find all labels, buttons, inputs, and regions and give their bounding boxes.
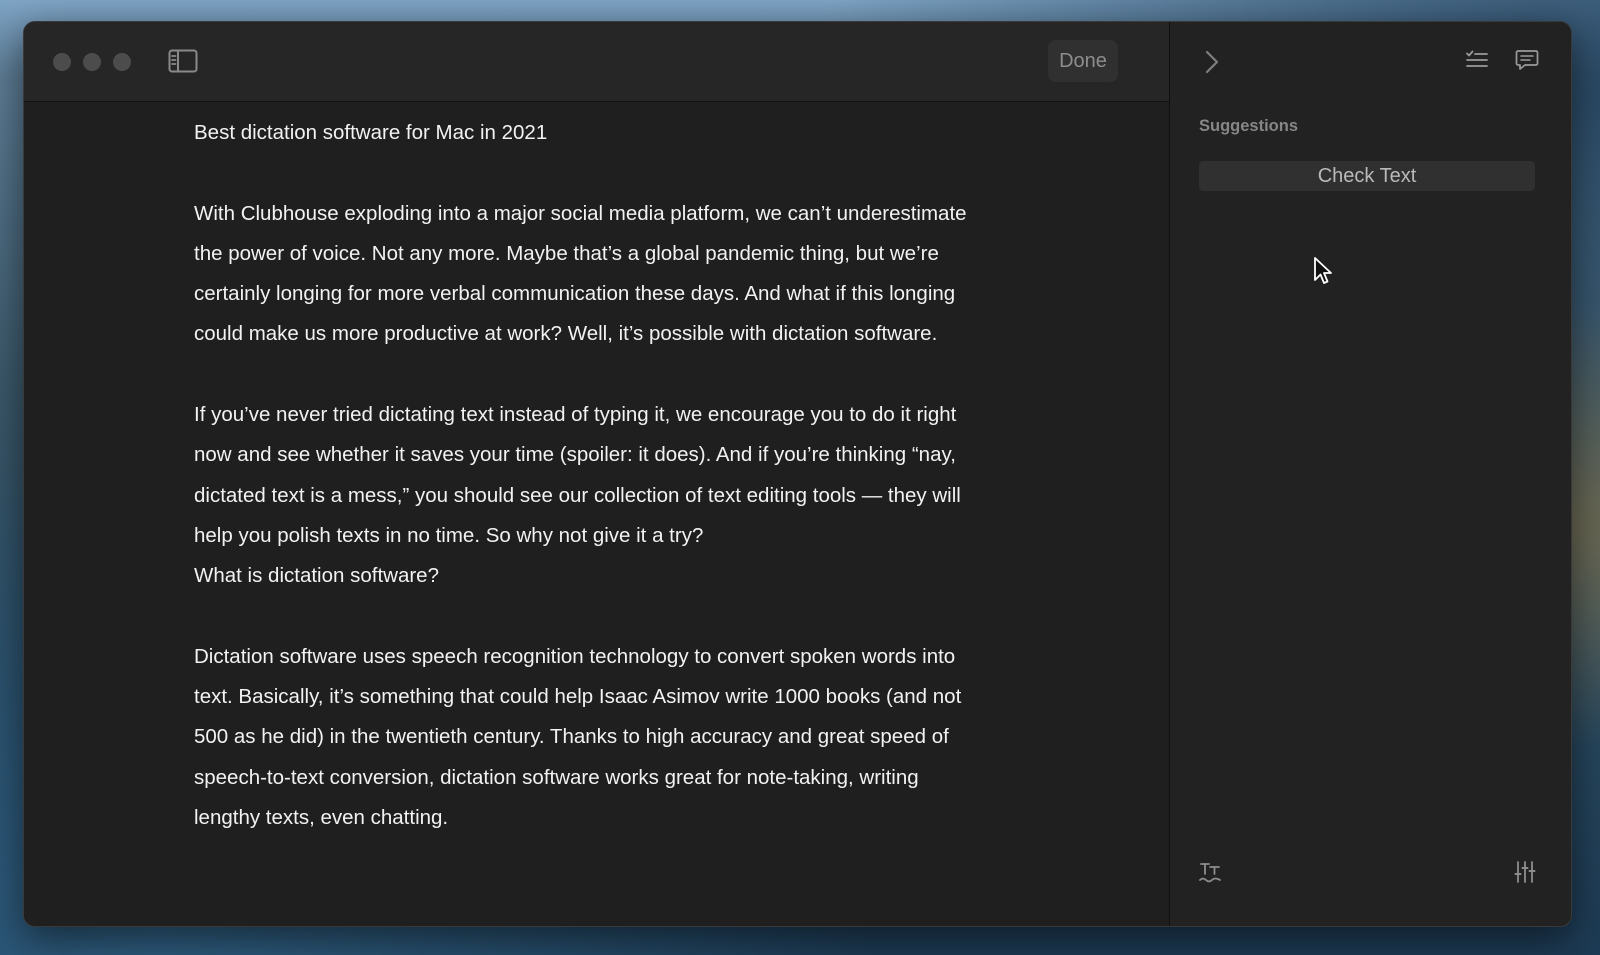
window-close-button[interactable] bbox=[53, 53, 71, 71]
cursor-icon bbox=[1314, 257, 1332, 284]
document-paragraph[interactable]: With Clubhouse exploding into a major so… bbox=[194, 194, 984, 355]
suggestions-heading: Suggestions bbox=[1199, 117, 1299, 135]
document-section-heading[interactable]: What is dictation software? bbox=[194, 556, 984, 596]
document-title[interactable]: Best dictation software for Mac in 2021 bbox=[194, 113, 984, 153]
editor-pane: Done Best dictation software for Mac in … bbox=[24, 22, 1169, 926]
window-zoom-button[interactable] bbox=[113, 53, 131, 71]
translate-icon[interactable] bbox=[1198, 860, 1222, 884]
checklist-icon[interactable] bbox=[1465, 49, 1489, 71]
window-minimize-button[interactable] bbox=[83, 53, 101, 71]
comment-icon[interactable] bbox=[1515, 49, 1539, 71]
document-paragraph[interactable]: If you’ve never tried dictating text ins… bbox=[194, 395, 984, 556]
document-body[interactable]: Best dictation software for Mac in 2021 … bbox=[194, 113, 984, 838]
document-paragraph[interactable]: Dictation software uses speech recogniti… bbox=[194, 637, 984, 838]
editor-window: Done Best dictation software for Mac in … bbox=[23, 21, 1572, 927]
window-toolbar: Done bbox=[24, 22, 1169, 102]
chevron-right-icon[interactable] bbox=[1203, 49, 1221, 75]
check-text-button[interactable]: Check Text bbox=[1199, 161, 1535, 191]
sliders-icon[interactable] bbox=[1513, 860, 1537, 884]
done-button[interactable]: Done bbox=[1048, 40, 1118, 82]
suggestions-sidebar: Suggestions Check Text bbox=[1170, 22, 1571, 926]
sidebar-toggle-icon[interactable] bbox=[168, 49, 198, 73]
